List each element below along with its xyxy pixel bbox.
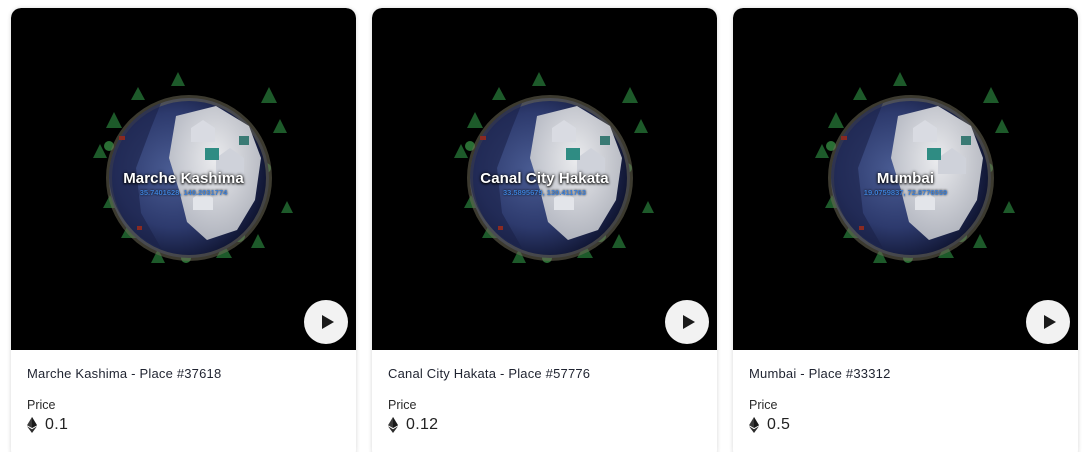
price-value: 0.12 [406,416,439,433]
ethereum-icon [388,417,398,433]
card-media[interactable]: Mumbai 19.0759837, 72.8776559 [733,8,1078,350]
media-overlay-title: Mumbai [876,170,935,187]
play-icon [1043,315,1056,329]
card-media[interactable]: Canal City Hakata 33.5895679, 130.411763 [372,8,717,350]
price-value: 0.1 [45,416,69,433]
card-title[interactable]: Mumbai - Place #33312 [749,366,891,381]
price-row: 0.1 [27,416,68,434]
price-row: 0.5 [749,416,790,434]
nft-card-3[interactable]: Mumbai 19.0759837, 72.8776559 Mumbai - P… [733,8,1078,452]
price-row: 0.12 [388,416,438,434]
price-label: Price [749,398,778,412]
play-icon [682,315,695,329]
media-overlay-title: Marche Kashima [123,170,244,187]
ethereum-icon [27,417,37,433]
media-overlay-title: Canal City Hakata [480,170,609,187]
nft-card-2[interactable]: Canal City Hakata 33.5895679, 130.411763… [372,8,717,452]
play-button[interactable] [665,300,709,344]
card-media[interactable]: Marche Kashima 35.7401628, 140.2031774 [11,8,356,350]
play-button[interactable] [1026,300,1070,344]
play-icon [321,315,334,329]
card-title[interactable]: Marche Kashima - Place #37618 [27,366,221,381]
nft-card-1[interactable]: Marche Kashima 35.7401628, 140.2031774 M… [11,8,356,452]
price-value: 0.5 [767,416,791,433]
price-label: Price [27,398,56,412]
play-button[interactable] [304,300,348,344]
media-overlay-coordinates: 19.0759837, 72.8776559 [863,188,948,197]
media-overlay-coordinates: 35.7401628, 140.2031774 [139,188,228,197]
media-overlay-coordinates: 33.5895679, 130.411763 [502,188,586,197]
ethereum-icon [749,417,759,433]
price-label: Price [388,398,417,412]
card-title[interactable]: Canal City Hakata - Place #57776 [388,366,590,381]
